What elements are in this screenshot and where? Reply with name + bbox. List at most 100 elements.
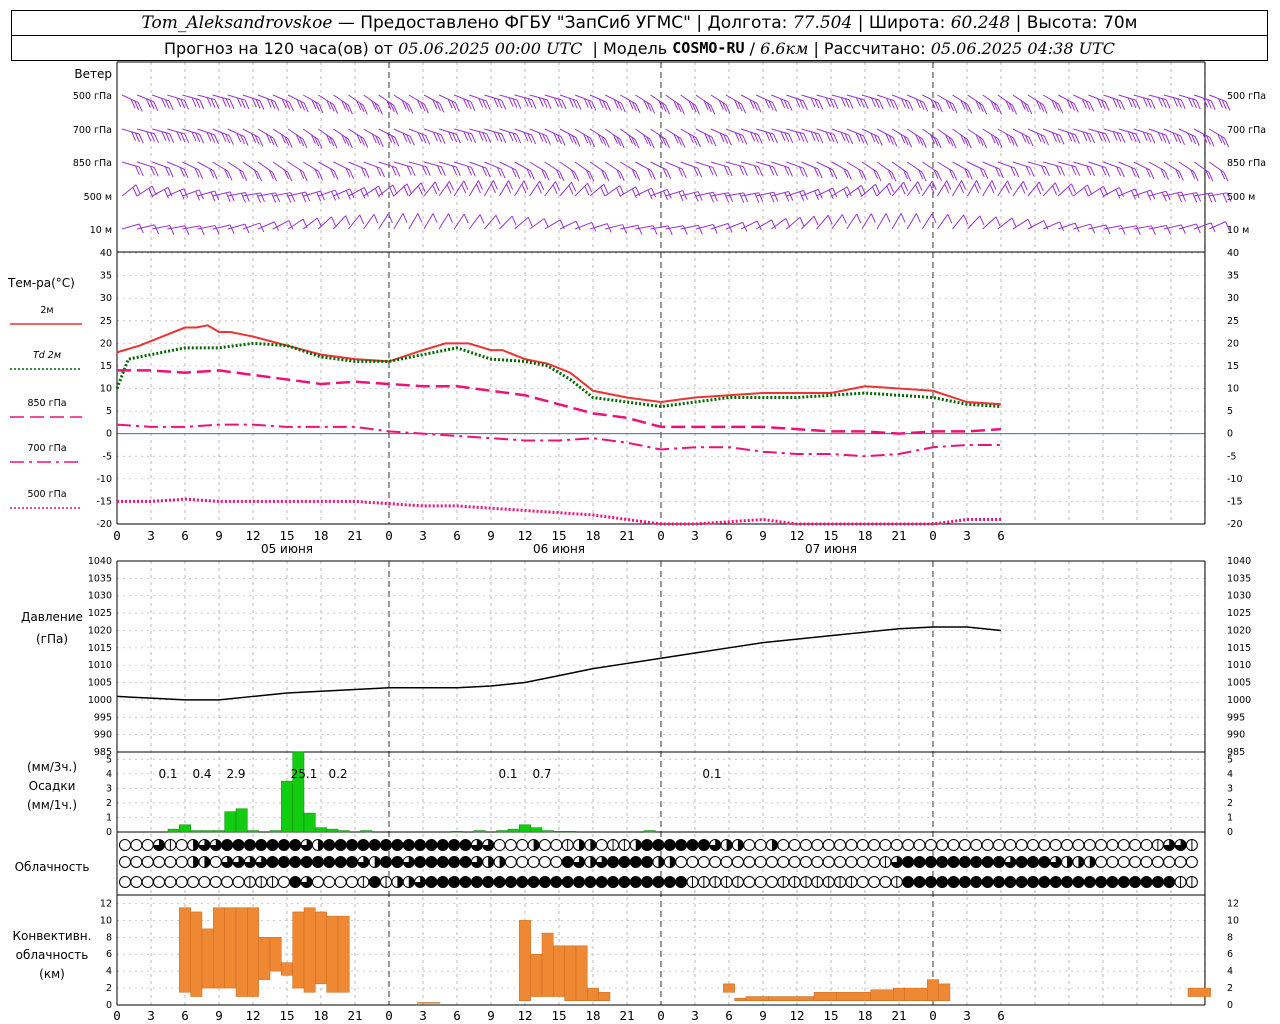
- cloud-circle: [992, 856, 1005, 868]
- x-tick: 12: [789, 528, 804, 543]
- cloud-symbol: [504, 876, 517, 888]
- wind-barb-feather: [417, 185, 423, 195]
- wind-barb-shaft: [438, 94, 456, 104]
- precip-bar: [360, 830, 373, 833]
- cloud-symbol: [743, 839, 756, 851]
- wind-barb-shaft: [499, 94, 517, 101]
- cloud-symbol: [380, 856, 393, 868]
- cloud-circle: [777, 839, 790, 851]
- cloud-circle: [992, 839, 1005, 851]
- wind-barb-shaft: [740, 128, 759, 136]
- wind-barb-feather: [440, 134, 446, 144]
- cloud-circle: [232, 876, 245, 888]
- x-tick-bottom: 15: [279, 1008, 294, 1023]
- cloud-symbol: [1072, 856, 1085, 868]
- wind-barb-shaft: [967, 161, 985, 171]
- cloud-circle: [1015, 856, 1028, 868]
- wind-barb: [182, 161, 204, 179]
- wind-barb-shaft: [242, 94, 261, 102]
- cloud-circle: [1140, 839, 1153, 851]
- wind-barb-shaft: [483, 180, 494, 197]
- cloud-symbol: [902, 856, 915, 868]
- wind-barb: [242, 128, 264, 147]
- wind-barb-shaft: [695, 161, 714, 168]
- wind-barb-feather: [545, 135, 551, 145]
- meteogram: Ветер 500 гПа700 гПа850 гПа500 м10 м 500…: [7, 61, 1266, 1023]
- cloud-symbol: [391, 856, 404, 868]
- wind-barb-feather: [843, 188, 849, 199]
- cloud-circle: [992, 876, 1005, 888]
- cloud-symbol: [720, 839, 733, 851]
- wind-barb-feather: [529, 170, 535, 180]
- cloud-circle: [255, 839, 268, 851]
- wind-barb-shaft: [333, 161, 350, 171]
- wind-barb-feather: [1083, 187, 1089, 197]
- wind-barb-feather: [947, 214, 953, 224]
- wind-barb: [936, 180, 952, 197]
- cloud-circle: [289, 876, 302, 888]
- cloud-symbol: [845, 856, 858, 868]
- cloud-symbol: [800, 839, 812, 851]
- wind-barb-shaft: [1073, 94, 1090, 103]
- temp-y-tick-right: 10: [1227, 384, 1239, 395]
- wind-barb-feather: [257, 171, 263, 182]
- wind-barb-feather: [961, 180, 967, 190]
- cloud-symbol: [992, 839, 1005, 851]
- convective-bar: [269, 937, 282, 972]
- wind-barb-shaft: [665, 161, 683, 170]
- cloud-symbol: [618, 839, 631, 851]
- cloud-symbol: [936, 876, 949, 888]
- cloud-circle: [380, 856, 393, 868]
- wind-barb: [363, 213, 379, 230]
- wind-barb-shaft: [1042, 182, 1056, 197]
- cloud-circle: [391, 856, 404, 868]
- cloud-circle: [1038, 856, 1051, 868]
- cloud-symbol: [1038, 856, 1051, 868]
- wind-barb: [921, 213, 937, 230]
- cloud-circle: [130, 839, 143, 851]
- wind-barb-shaft: [771, 128, 789, 135]
- cloud-symbol: [834, 856, 847, 868]
- wind-barb: [348, 214, 365, 230]
- wind-barb-feather: [637, 225, 643, 235]
- convective-bar: [224, 907, 237, 989]
- cloud-symbol: [209, 876, 222, 888]
- cloud-symbol: [368, 876, 381, 888]
- wind-barb-feather: [406, 183, 412, 193]
- cloud-symbol: [1061, 839, 1074, 851]
- wind-barb-feather: [506, 183, 512, 194]
- cloud-symbol: [913, 856, 926, 868]
- cloud-symbol: [890, 876, 903, 888]
- wind-barb-shaft: [227, 223, 246, 230]
- precip-y-tick-right: 2: [1227, 798, 1233, 809]
- wind-barb-shaft: [922, 161, 938, 173]
- wind-barb: [740, 128, 763, 144]
- cloud-symbol: [629, 856, 642, 868]
- precip-total: 0.1: [702, 767, 721, 781]
- wind-barb-feather: [425, 166, 431, 176]
- cloud-circle: [1061, 876, 1074, 888]
- cloud-circle: [686, 839, 699, 851]
- temp-y-tick-right: 20: [1227, 338, 1239, 349]
- wind-barb-feather: [446, 184, 452, 194]
- wind-barb-feather: [885, 213, 891, 223]
- x-tick: 18: [857, 528, 872, 543]
- conv-y-tick-right: 4: [1227, 966, 1233, 977]
- wind-barb-shaft: [197, 94, 216, 101]
- wind-barb-shaft: [846, 161, 863, 172]
- wind-barb-feather: [697, 225, 703, 235]
- cloud-circle: [1095, 839, 1108, 851]
- wind-barb-feather: [274, 101, 280, 111]
- wind-barb-shaft: [227, 128, 245, 137]
- wind-barb-feather: [1211, 192, 1217, 203]
- wind-barb: [333, 188, 355, 200]
- pres-y-tick-right: 1015: [1227, 643, 1251, 654]
- cloud-circle: [368, 876, 381, 888]
- cloud-circle: [1095, 876, 1108, 888]
- wind-barb: [906, 94, 929, 112]
- wind-barb-feather: [1131, 190, 1136, 200]
- cloud-circle: [470, 876, 483, 888]
- temp-y-tick: 5: [106, 406, 112, 417]
- wind-barb-shaft: [922, 94, 939, 104]
- pres-y-tick-right: 1040: [1227, 556, 1251, 567]
